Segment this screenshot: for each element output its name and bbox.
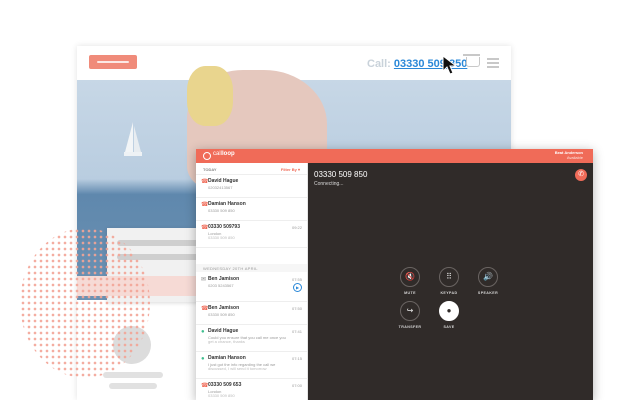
call-label: Call: <box>367 58 391 70</box>
list-item-time: 07:15 <box>292 356 302 361</box>
mute-icon: 🔇 <box>400 267 420 287</box>
list-header: TODAY Filter By ▾ <box>196 163 307 175</box>
list-item-sub2: 03330 509 850 <box>208 235 235 240</box>
filter-dropdown[interactable]: Filter By ▾ <box>281 167 300 172</box>
list-item-sub: 02032413567 <box>208 185 232 190</box>
phone-missed-icon: ☎ <box>201 179 207 185</box>
list-item[interactable]: ● David Hague Could you ensure that you … <box>196 325 307 352</box>
date-divider-label: WEDNESDAY 20TH APRIL <box>203 266 258 271</box>
speaker-icon: 🔊 <box>478 267 498 287</box>
list-item-name: 03330 509793 <box>208 224 240 230</box>
list-item-name: David Hague <box>208 328 238 334</box>
list-item-sub2: discussed, I will send it tomorrow <box>208 366 266 371</box>
phone-missed-icon: ☎ <box>201 202 207 208</box>
active-call-panel: 03330 509 850 Connecting... ✆ 🔇 MUTE ⠿ K… <box>308 163 593 400</box>
voicemail-icon: ✉ <box>201 277 207 283</box>
transfer-icon: ↪ <box>400 301 420 321</box>
date-divider: WEDNESDAY 20TH APRIL <box>196 264 307 272</box>
speaker-label: SPEAKER <box>468 291 508 295</box>
phone-missed-icon: ☎ <box>201 383 207 389</box>
list-item-name: Damian Hanson <box>208 355 246 361</box>
keypad-button[interactable]: ⠿ KEYPAD <box>429 267 469 295</box>
list-item[interactable]: ● Damian Hanson I just got the info rega… <box>196 352 307 379</box>
dotted-decoration <box>20 228 150 378</box>
hero-hair <box>187 66 233 126</box>
website-logo[interactable] <box>89 55 137 69</box>
brand-prefix: call <box>213 151 222 157</box>
save-button[interactable]: ● SAVE <box>429 301 469 329</box>
record-save-icon: ● <box>439 301 459 321</box>
list-item-name: Ben Jamison <box>208 305 239 311</box>
list-item-sub: 0203 5243567 <box>208 283 234 288</box>
play-voicemail-icon[interactable]: ▶ <box>293 283 302 292</box>
list-item-sub2: get a chance, thanks <box>208 339 245 344</box>
keypad-icon: ⠿ <box>439 267 459 287</box>
keypad-label: KEYPAD <box>429 291 469 295</box>
hamburger-menu-icon[interactable] <box>487 58 499 68</box>
placeholder-line <box>103 372 163 378</box>
list-item-sub2: 03330 509 850 <box>208 393 235 398</box>
list-item-sub: 03330 509 850 <box>208 312 235 317</box>
placeholder-line <box>109 383 157 389</box>
list-item[interactable]: ☎ Ben Jamison 03330 509 850 07:50 <box>196 302 307 325</box>
active-call-status: Connecting... <box>314 181 343 187</box>
list-header-today: TODAY <box>203 167 217 172</box>
speaker-button[interactable]: 🔊 SPEAKER <box>468 267 508 295</box>
app-brand: callloop <box>213 151 235 157</box>
list-item-time: 07:41 <box>292 329 302 334</box>
list-item-sub: 03330 509 850 <box>208 208 235 213</box>
user-status-menu[interactable]: Beat Anderson Available <box>555 150 583 160</box>
mute-label: MUTE <box>390 291 430 295</box>
save-label: SAVE <box>429 325 469 329</box>
list-item-name: David Hague <box>208 178 238 184</box>
sms-icon: ● <box>201 329 207 335</box>
transfer-label: TRANSFER <box>390 325 430 329</box>
brand-suffix: loop <box>222 151 235 157</box>
list-item[interactable]: ✉ Ben Jamison 0203 5243567 07:55 ▶ <box>196 273 307 302</box>
sailboat-image <box>122 120 144 160</box>
list-item[interactable]: ☎ Damian Hanson 03330 509 850 <box>196 198 307 221</box>
mouse-cursor-icon <box>441 55 459 75</box>
phone-missed-icon: ☎ <box>201 306 207 312</box>
list-item[interactable]: ☎ 03330 509 653 London 03330 509 850 07:… <box>196 379 307 400</box>
phone-missed-icon: ☎ <box>201 225 207 231</box>
transfer-button[interactable]: ↪ TRANSFER <box>390 301 430 329</box>
list-item[interactable]: ☎ 03330 509793 London 03330 509 850 09:2… <box>196 221 307 248</box>
app-logo-icon <box>203 152 211 160</box>
basket-icon[interactable] <box>466 57 480 67</box>
app-top-bar: callloop Beat Anderson Available <box>196 149 593 163</box>
sms-icon: ● <box>201 356 207 362</box>
active-call-number: 03330 509 850 <box>314 170 367 179</box>
list-item[interactable]: ☎ David Hague 02032413567 <box>196 175 307 198</box>
list-item-name: Damian Hanson <box>208 201 246 207</box>
mute-button[interactable]: 🔇 MUTE <box>390 267 430 295</box>
list-item-time: 09:22 <box>292 225 302 230</box>
list-item-name: Ben Jamison <box>208 276 239 282</box>
call-history-list: TODAY Filter By ▾ ☎ David Hague 02032413… <box>196 163 308 400</box>
dialer-app: callloop Beat Anderson Available TODAY F… <box>196 149 593 400</box>
list-item-name: 03330 509 653 <box>208 382 241 388</box>
user-status: Available <box>555 155 583 160</box>
list-item-time: 07:00 <box>292 383 302 388</box>
list-item-time: 07:50 <box>292 306 302 311</box>
list-item-time: 07:55 <box>292 277 302 282</box>
hangup-button[interactable]: ✆ <box>575 169 587 181</box>
